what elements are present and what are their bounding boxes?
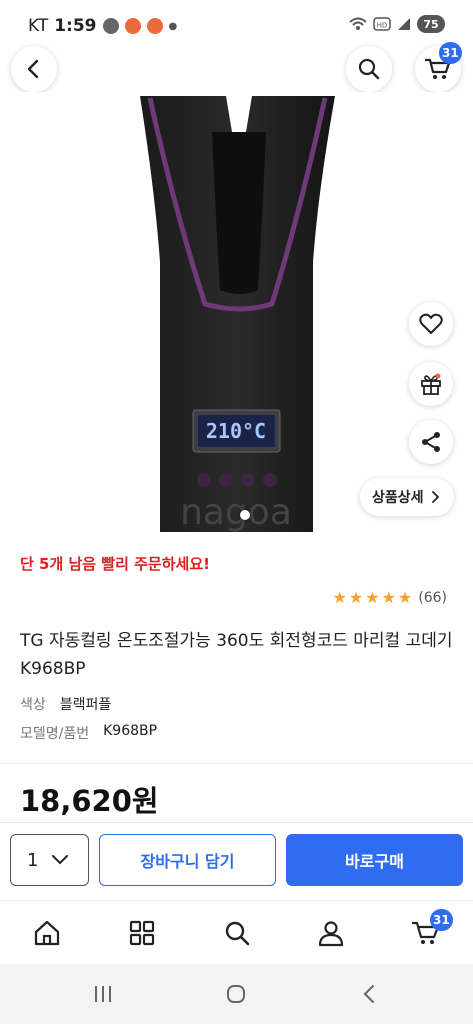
chevron-left-icon [27,59,39,79]
bottom-nav: 31 [0,900,473,965]
spec-key: 모델명/품번 [20,726,90,742]
back-chevron-icon [363,985,374,1003]
grid-icon [129,920,155,946]
rating[interactable]: ★ ★ ★ ★ ★ (66) [332,588,447,607]
product-title: TG 자동컬링 온도조절가능 360도 회전형코드 마리컬 고데기 K968BP [20,631,453,679]
back-button[interactable] [11,46,57,92]
battery-indicator: 75 [417,15,445,33]
star-icon: ★ [381,588,396,607]
curling-iron-illustration: 210°C nagoa [140,96,335,533]
chevron-right-icon [431,491,439,503]
watermark: nagoa [180,492,292,533]
quantity-value: 1 [27,849,39,871]
search-button[interactable] [346,46,392,92]
search-icon [225,921,250,946]
product-detail-button[interactable]: 상품상세 [360,478,454,516]
gift-button[interactable] [409,362,453,406]
chevron-down-icon [52,855,69,865]
heart-icon [419,313,443,334]
home-system-button[interactable] [224,982,248,1006]
star-icon: ★ [332,588,347,607]
home-icon [34,920,60,946]
stock-warning: 단 5개 남음 빨리 주문하세요! [20,555,210,573]
price: 18,620원 [20,784,159,818]
more-notifications-dot: ● [168,20,178,32]
spec-key: 색상 [20,697,46,713]
share-icon [422,432,440,452]
buy-now-button[interactable]: 바로구매 [286,834,463,886]
hd-icon: HD [373,17,391,31]
product-detail-label: 상품상세 [372,490,424,506]
gift-icon [421,373,441,395]
star-icon: ★ [397,588,413,607]
spec-value: 블랙퍼플 [59,697,112,713]
nav-home[interactable] [29,915,65,951]
product-image[interactable]: 210°C nagoa [0,92,473,540]
cart-button[interactable]: 31 [415,42,462,92]
spec-row-model: 모델명/품번 K968BP [20,723,157,743]
nav-search[interactable] [219,915,255,951]
star-icon: ★ [348,588,364,607]
app-notification-icon-2 [146,18,163,34]
nav-cart[interactable]: 31 [408,909,453,951]
nav-my-page[interactable] [313,915,349,951]
talk-notification-icon [102,18,119,34]
image-pager-dot[interactable] [240,510,250,520]
home-circle-icon [227,985,245,1003]
status-bar: KT 1:59 ● HD 75 [0,0,473,56]
status-left: KT 1:59 ● [28,16,177,36]
signal-icon [398,18,410,30]
wishlist-button[interactable] [409,302,453,346]
divider [0,763,473,764]
spec-value: K968BP [103,723,158,739]
status-right: HD 75 [349,15,445,33]
quantity-select[interactable]: 1 [10,834,89,886]
cart-count-badge: 31 [439,42,462,64]
system-back-button[interactable] [358,982,380,1006]
star-icon: ★ [365,588,380,607]
person-icon [318,921,344,947]
recent-apps-icon [95,986,111,1002]
clock: 1:59 [54,16,97,36]
app-notification-icon [124,18,141,34]
recent-apps-button[interactable] [92,982,114,1006]
nav-category[interactable] [124,915,160,951]
carrier: KT [28,16,49,36]
svg-text:HD: HD [377,22,388,30]
review-count: (66) [418,590,447,606]
cart-count-badge: 31 [430,909,453,931]
system-nav-bar [0,964,473,1024]
wifi-icon [349,17,367,30]
add-to-cart-button[interactable]: 장바구니 담기 [99,834,276,886]
search-icon [358,58,380,80]
display-reading: 210°C [206,419,266,443]
share-button[interactable] [409,420,453,464]
spec-row-color: 색상 블랙퍼플 [20,694,111,714]
